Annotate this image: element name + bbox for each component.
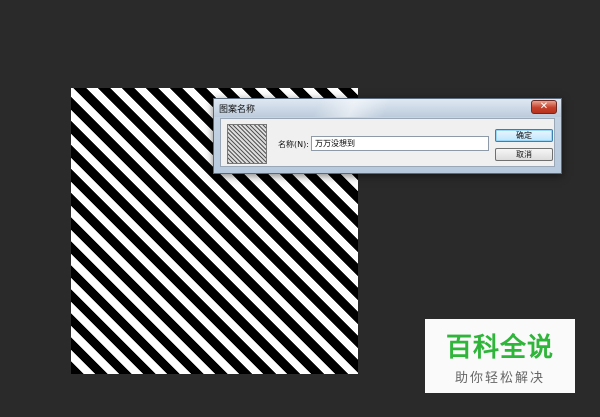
name-input[interactable]: 万万没想到 — [311, 136, 489, 151]
close-button[interactable]: ✕ — [531, 100, 557, 114]
watermark-title: 百科全说 — [445, 333, 554, 363]
cancel-button[interactable]: 取消 — [495, 148, 553, 161]
pattern-name-dialog: 图案名称 ✕ 名称(N): 万万没想到 确定 取消 — [213, 98, 562, 174]
ok-button[interactable]: 确定 — [495, 129, 553, 142]
name-label: 名称(N): — [278, 140, 309, 149]
pattern-preview-thumbnail — [227, 124, 267, 164]
watermark-logo: 百科全说 助你轻松解决 — [425, 319, 575, 393]
dialog-body: 名称(N): 万万没想到 确定 取消 — [220, 118, 555, 167]
dialog-title: 图案名称 — [219, 105, 256, 115]
watermark-subtitle: 助你轻松解决 — [454, 371, 545, 386]
dialog-titlebar[interactable]: 图案名称 ✕ — [214, 99, 561, 117]
